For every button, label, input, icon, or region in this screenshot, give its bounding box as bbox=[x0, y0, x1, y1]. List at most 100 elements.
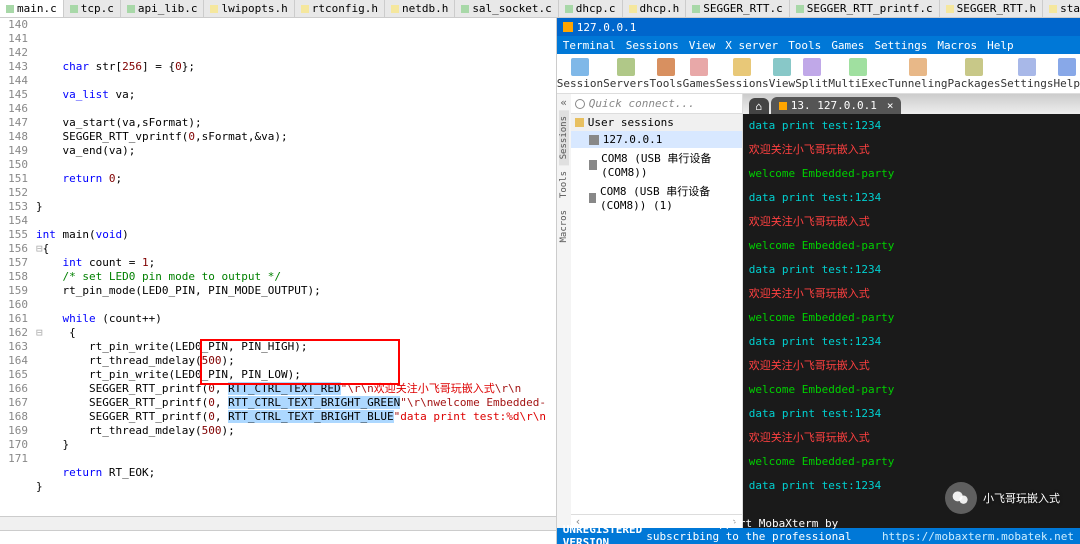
toolbar-label: Sessions bbox=[716, 77, 769, 90]
menu-item[interactable]: Tools bbox=[788, 39, 821, 52]
file-icon bbox=[210, 5, 218, 13]
editor-tab[interactable]: SEGGER_RTT_printf.c bbox=[790, 0, 940, 17]
menu-item[interactable]: Help bbox=[987, 39, 1014, 52]
code-area[interactable]: 1401411421431441451461471481491501511521… bbox=[0, 18, 556, 516]
terminal-line: welcome Embedded-party bbox=[749, 238, 1074, 254]
collapse-icon[interactable]: « bbox=[560, 94, 567, 110]
editor-tab[interactable]: startup_stm32f407xx.s bbox=[1043, 0, 1080, 17]
status-link[interactable]: https://mobaxterm.mobatek.net bbox=[882, 530, 1074, 543]
editor-tab[interactable]: dhcp.c bbox=[559, 0, 623, 17]
editor-tab[interactable]: sal_socket.c bbox=[455, 0, 558, 17]
toolbar-button[interactable]: Settings bbox=[1001, 54, 1054, 93]
editor-tab[interactable]: netdb.h bbox=[385, 0, 455, 17]
toolbar-button[interactable]: Sessions bbox=[716, 54, 769, 93]
terminal-line: welcome Embedded-party bbox=[749, 310, 1074, 326]
sessions-header-label: User sessions bbox=[588, 116, 674, 129]
code-body[interactable]: char str[256] = {0}; va_list va; va_star… bbox=[32, 18, 556, 516]
terminal-line: data print test:1234 bbox=[749, 190, 1074, 206]
session-icon bbox=[589, 160, 597, 170]
toolbar-button[interactable]: MultiExec bbox=[828, 54, 888, 93]
editor-tab[interactable]: lwipopts.h bbox=[204, 0, 294, 17]
file-icon bbox=[70, 5, 78, 13]
h-scrollbar[interactable] bbox=[0, 516, 556, 530]
toolbar-button[interactable]: Games bbox=[683, 54, 716, 93]
side-tab[interactable]: Tools bbox=[559, 165, 569, 204]
terminal-icon bbox=[563, 22, 573, 32]
tab-label: tcp.c bbox=[81, 2, 114, 15]
terminal-line: welcome Embedded-party bbox=[749, 454, 1074, 470]
session-icon bbox=[589, 135, 599, 145]
toolbar-label: Games bbox=[683, 77, 716, 90]
tab-label: lwipopts.h bbox=[221, 2, 287, 15]
toolbar-button[interactable]: Servers bbox=[603, 54, 649, 93]
editor-tab[interactable]: tcp.c bbox=[64, 0, 121, 17]
side-tabs: « SessionsToolsMacros bbox=[557, 94, 571, 528]
terminal-line: welcome Embedded-party bbox=[749, 382, 1074, 398]
wechat-icon bbox=[945, 482, 977, 514]
session-item[interactable]: COM8 (USB 串行设备 (COM8)) bbox=[571, 148, 742, 181]
toolbar-button[interactable]: Tunneling bbox=[888, 54, 948, 93]
editor-tab[interactable]: api_lib.c bbox=[121, 0, 205, 17]
sessions-list: 127.0.0.1 COM8 (USB 串行设备 (COM8))COM8 (USB… bbox=[571, 131, 742, 214]
editor-tab[interactable]: main.c bbox=[0, 0, 64, 17]
terminal-line: 欢迎关注小飞哥玩嵌入式 bbox=[749, 214, 1074, 230]
editor-tab[interactable]: dhcp.h bbox=[623, 0, 687, 17]
editor-tab[interactable]: SEGGER_RTT.c bbox=[686, 0, 789, 17]
menu-item[interactable]: Macros bbox=[937, 39, 977, 52]
terminal-line: data print test:1234 bbox=[749, 262, 1074, 278]
tab-label: rtconfig.h bbox=[312, 2, 378, 15]
terminal-output[interactable]: data print test:1234 欢迎关注小飞哥玩嵌入式 welcome E… bbox=[743, 114, 1080, 528]
star-icon bbox=[575, 118, 584, 127]
tab-label: sal_socket.c bbox=[472, 2, 551, 15]
toolbar-label: Tools bbox=[649, 77, 682, 90]
terminal-line: 欢迎关注小飞哥玩嵌入式 bbox=[749, 142, 1074, 158]
file-icon bbox=[461, 5, 469, 13]
toolbar-label: MultiExec bbox=[828, 77, 888, 90]
side-tab[interactable]: Sessions bbox=[559, 110, 569, 165]
servers-icon bbox=[617, 58, 635, 76]
menu-item[interactable]: Sessions bbox=[626, 39, 679, 52]
terminal-line: 欢迎关注小飞哥玩嵌入式 bbox=[749, 358, 1074, 374]
file-icon bbox=[301, 5, 309, 13]
quick-connect-input[interactable]: Quick connect... bbox=[571, 94, 742, 114]
toolbar-label: Split bbox=[795, 77, 828, 90]
session-item[interactable]: 127.0.0.1 bbox=[571, 131, 742, 148]
menu-item[interactable]: Games bbox=[831, 39, 864, 52]
menu-item[interactable]: View bbox=[689, 39, 716, 52]
editor-tab[interactable]: rtconfig.h bbox=[295, 0, 385, 17]
bottom-pane bbox=[0, 530, 556, 544]
tab-label: startup_stm32f407xx.s bbox=[1060, 2, 1080, 15]
file-icon bbox=[1049, 5, 1057, 13]
sessions-header[interactable]: User sessions bbox=[571, 114, 742, 131]
terminal-titlebar[interactable]: 127.0.0.1 bbox=[557, 18, 1080, 36]
terminal-line: data print test:1234 bbox=[749, 118, 1074, 134]
toolbar-label: Settings bbox=[1001, 77, 1054, 90]
close-icon[interactable]: × bbox=[887, 99, 894, 112]
session-item[interactable]: COM8 (USB 串行设备 (COM8)) (1) bbox=[571, 181, 742, 214]
session-icon bbox=[571, 58, 589, 76]
file-icon bbox=[6, 5, 14, 13]
side-tab[interactable]: Macros bbox=[559, 204, 569, 249]
menu-item[interactable]: Settings bbox=[874, 39, 927, 52]
toolbar-button[interactable]: Packages bbox=[948, 54, 1001, 93]
toolbar-button[interactable]: Help bbox=[1054, 54, 1080, 93]
session-label: 127.0.0.1 bbox=[603, 133, 663, 146]
sessions-icon bbox=[733, 58, 751, 76]
editor-tab[interactable]: SEGGER_RTT.h bbox=[940, 0, 1043, 17]
toolbar-button[interactable]: Session bbox=[557, 54, 603, 93]
toolbar-button[interactable]: Tools bbox=[649, 54, 682, 93]
menu-item[interactable]: Terminal bbox=[563, 39, 616, 52]
terminal-tab[interactable]: 13. 127.0.0.1 × bbox=[771, 97, 902, 114]
tab-label: api_lib.c bbox=[138, 2, 198, 15]
split-icon bbox=[803, 58, 821, 76]
watermark-text: 小飞哥玩嵌入式 bbox=[983, 490, 1060, 506]
toolbar-button[interactable]: Split bbox=[795, 54, 828, 93]
session-icon bbox=[589, 193, 596, 203]
menu-item[interactable]: X server bbox=[725, 39, 778, 52]
file-icon bbox=[565, 5, 573, 13]
file-icon bbox=[127, 5, 135, 13]
home-tab[interactable]: ⌂ bbox=[749, 98, 769, 114]
toolbar-button[interactable]: View bbox=[769, 54, 796, 93]
toolbar-label: Session bbox=[557, 77, 603, 90]
quick-connect-placeholder: Quick connect... bbox=[589, 97, 695, 110]
